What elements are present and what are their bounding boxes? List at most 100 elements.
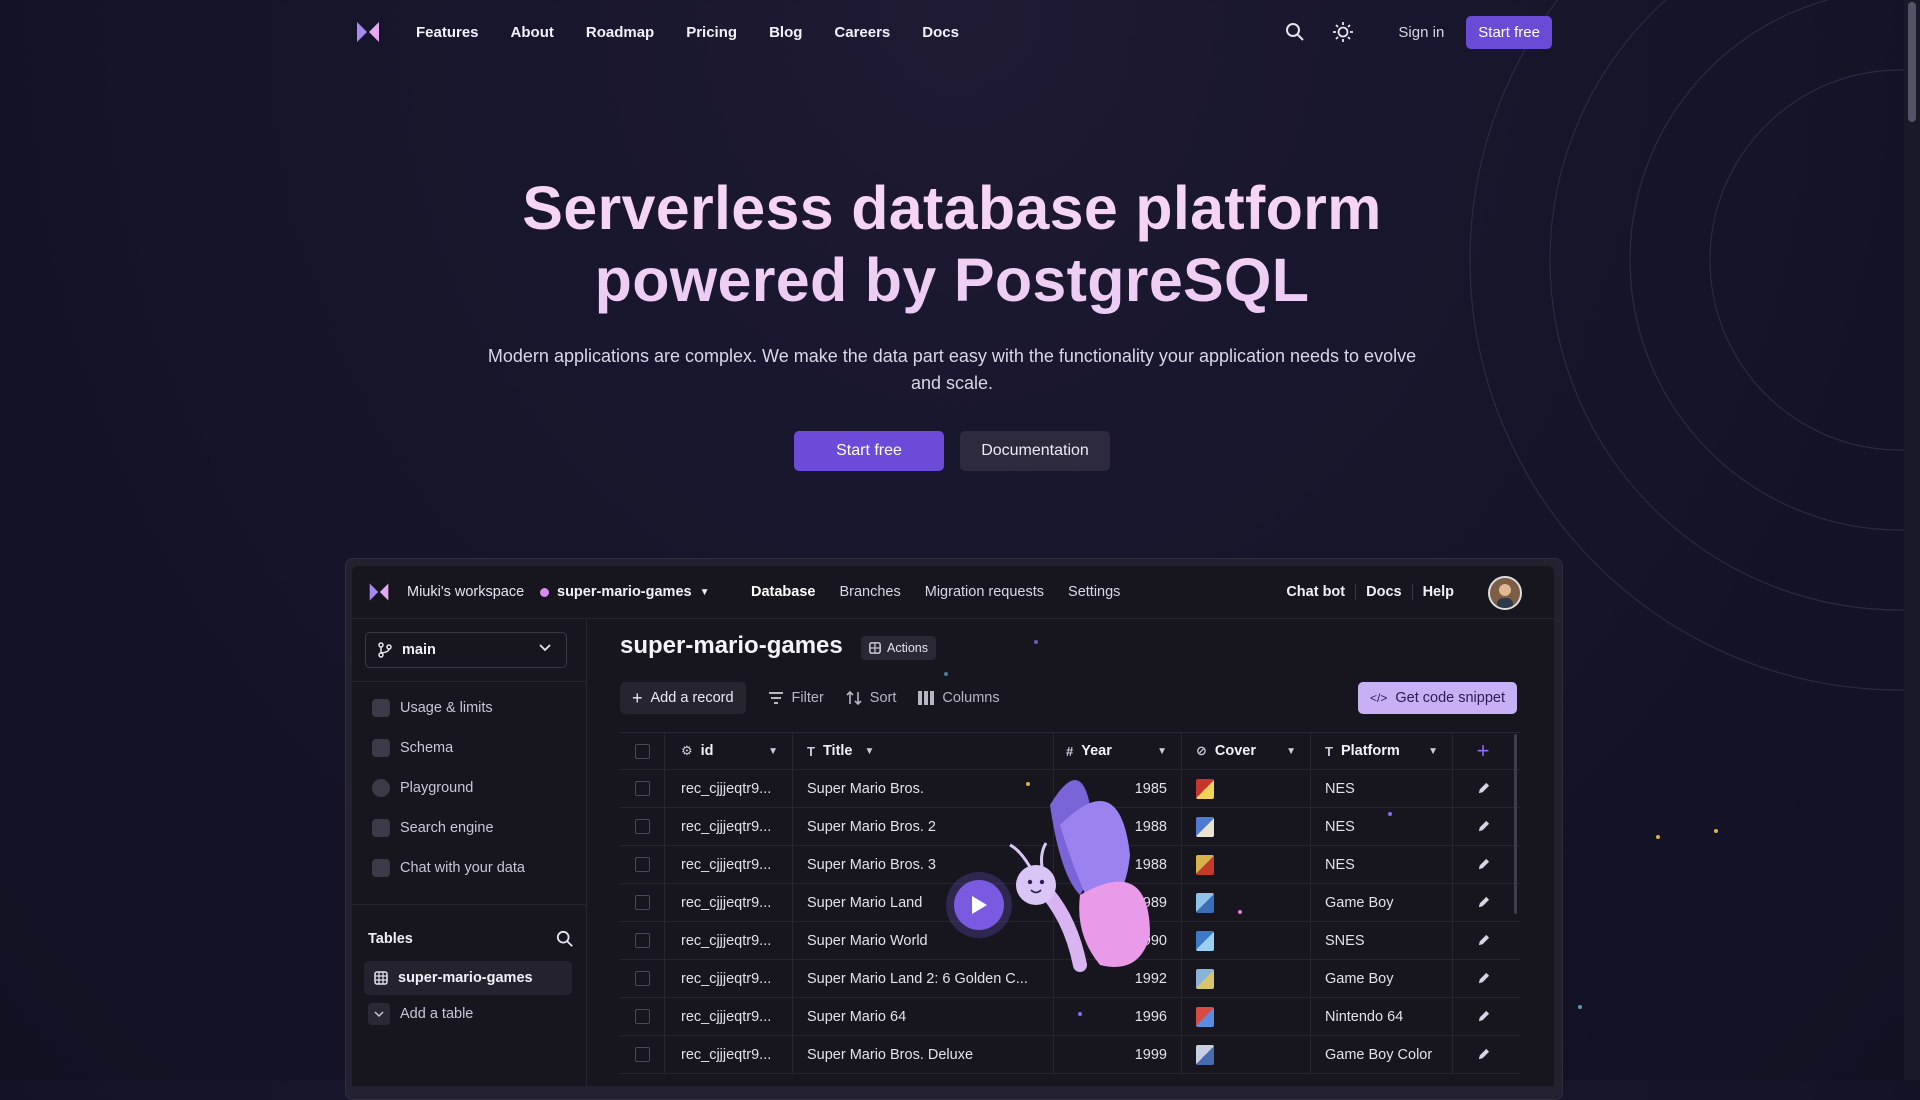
table-row[interactable]: rec_cjjjeqtr9... Super Mario Bros. Deluxe… [620,1036,1520,1074]
select-all-checkbox[interactable] [620,733,665,769]
row-checkbox[interactable] [620,808,665,845]
sidebar-item-chat[interactable]: Chat with your data [372,859,525,877]
caret-down-icon: ▼ [1428,745,1438,757]
sidebar-item-playground[interactable]: Playground [372,779,473,797]
edit-pencil-icon[interactable] [1453,808,1513,845]
add-record-button[interactable]: + Add a record [620,682,746,714]
theme-sun-icon[interactable] [1330,19,1356,45]
actions-button[interactable]: Actions [861,636,936,660]
record-platform[interactable]: Game Boy Color [1311,1036,1453,1073]
record-cover-thumbnail[interactable] [1182,884,1311,921]
nav-docs[interactable]: Docs [922,24,959,41]
tab-database[interactable]: Database [751,584,815,600]
tab-branches[interactable]: Branches [839,584,900,600]
sidebar-item-search-engine[interactable]: Search engine [372,819,494,837]
edit-pencil-icon[interactable] [1453,922,1513,959]
edit-pencil-icon[interactable] [1453,998,1513,1035]
hero-title-line1: Serverless database platform [522,174,1382,242]
avatar[interactable] [1488,576,1522,610]
app-docs-link[interactable]: Docs [1355,584,1411,600]
sidebar-item-label: Usage & limits [400,700,493,716]
record-year[interactable]: 1999 [1054,1036,1182,1073]
page-scrollbar[interactable] [1904,0,1920,1080]
hero-start-free-button[interactable]: Start free [794,431,944,471]
column-header-platform[interactable]: T Platform ▼ [1311,733,1453,769]
record-platform[interactable]: NES [1311,808,1453,845]
sidebar-item-schema[interactable]: Schema [372,739,453,757]
sparkle [944,672,948,676]
nav-pricing[interactable]: Pricing [686,24,737,41]
tab-settings[interactable]: Settings [1068,584,1120,600]
record-cover-thumbnail[interactable] [1182,922,1311,959]
tables-search-icon[interactable] [556,930,574,948]
nav-about[interactable]: About [511,24,554,41]
add-table-label: Add a table [400,1006,474,1022]
edit-pencil-icon[interactable] [1453,960,1513,997]
sort-button[interactable]: Sort [846,690,896,706]
start-free-button[interactable]: Start free [1466,15,1552,49]
tab-migration-requests[interactable]: Migration requests [925,584,1044,600]
add-table-button[interactable]: Add a table [368,1003,473,1025]
columns-icon [918,691,935,705]
record-cover-thumbnail[interactable] [1182,846,1311,883]
row-checkbox[interactable] [620,960,665,997]
sidebar-item-usage[interactable]: Usage & limits [372,699,493,717]
record-title[interactable]: Super Mario 64 [793,998,1054,1035]
filter-button[interactable]: Filter [768,690,824,706]
column-header-title[interactable]: T Title ▼ [793,733,1054,769]
chat-bot-link[interactable]: Chat bot [1276,584,1355,600]
columns-button[interactable]: Columns [918,690,1000,706]
column-header-cover[interactable]: ⊘ Cover ▼ [1182,733,1311,769]
record-platform[interactable]: Game Boy [1311,960,1453,997]
record-cover-thumbnail[interactable] [1182,998,1311,1035]
table-scrollbar[interactable] [1514,734,1517,914]
play-video-button[interactable] [954,880,1004,930]
documentation-button[interactable]: Documentation [960,431,1110,471]
row-checkbox[interactable] [620,770,665,807]
record-platform[interactable]: NES [1311,846,1453,883]
row-checkbox[interactable] [620,922,665,959]
record-platform[interactable]: Nintendo 64 [1311,998,1453,1035]
nav-features[interactable]: Features [416,24,479,41]
row-checkbox[interactable] [620,846,665,883]
hero-subtitle: Modern applications are complex. We make… [487,346,1417,393]
record-platform[interactable]: SNES [1311,922,1453,959]
record-cover-thumbnail[interactable] [1182,770,1311,807]
sidebar-table-super-mario-games[interactable]: super-mario-games [364,961,572,995]
record-cover-thumbnail[interactable] [1182,960,1311,997]
record-platform[interactable]: NES [1311,770,1453,807]
edit-pencil-icon[interactable] [1453,846,1513,883]
help-link[interactable]: Help [1411,584,1464,600]
record-cover-thumbnail[interactable] [1182,1036,1311,1073]
record-title[interactable]: Super Mario Bros. Deluxe [793,1036,1054,1073]
sidebar-item-label: Chat with your data [400,860,525,876]
app-logo-icon[interactable] [368,581,390,603]
table-row[interactable]: rec_cjjjeqtr9... Super Mario 64 1996 Ninten… [620,998,1520,1036]
database-name: super-mario-games [557,584,692,600]
get-code-snippet-button[interactable]: </> Get code snippet [1358,682,1517,714]
logo-icon[interactable] [355,20,381,44]
column-header-year[interactable]: # Year ▼ [1054,733,1182,769]
workspace-name[interactable]: Miuki's workspace [407,584,524,600]
caret-down-icon: ▼ [864,745,875,757]
row-checkbox[interactable] [620,1036,665,1073]
chevron-down-icon [368,1003,390,1025]
record-cover-thumbnail[interactable] [1182,808,1311,845]
record-platform[interactable]: Game Boy [1311,884,1453,921]
record-year[interactable]: 1996 [1054,998,1182,1035]
nav-blog[interactable]: Blog [769,24,802,41]
nav-careers[interactable]: Careers [834,24,890,41]
branch-selector[interactable]: main [365,632,567,668]
search-icon[interactable] [1282,19,1308,45]
edit-pencil-icon[interactable] [1453,1036,1513,1073]
database-picker[interactable]: super-mario-games ▼ [540,584,709,600]
nav-roadmap[interactable]: Roadmap [586,24,654,41]
edit-pencil-icon[interactable] [1453,884,1513,921]
row-checkbox[interactable] [620,998,665,1035]
add-column-icon[interactable]: + [1453,733,1513,769]
column-header-id[interactable]: ⚙ id ▼ [665,733,793,769]
row-checkbox[interactable] [620,884,665,921]
sign-in-link[interactable]: Sign in [1398,24,1444,41]
edit-pencil-icon[interactable] [1453,770,1513,807]
sidebar-item-label: Playground [400,780,474,796]
